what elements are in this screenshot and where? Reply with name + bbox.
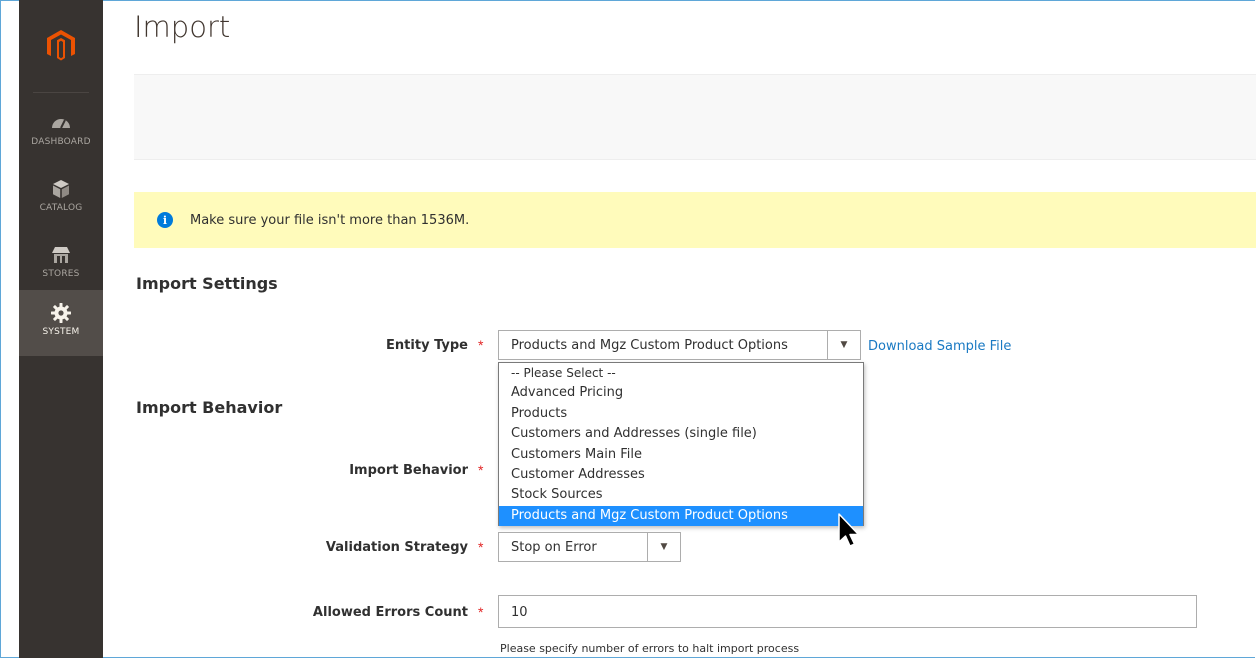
info-icon: i [157, 212, 173, 228]
file-size-notice: i Make sure your file isn't more than 15… [134, 192, 1256, 248]
sidebar-item-catalog[interactable]: CATALOG [19, 166, 103, 232]
dropdown-option[interactable]: Customers and Addresses (single file) [499, 424, 863, 444]
page-actions-bar [134, 74, 1256, 160]
required-indicator: * [478, 539, 484, 555]
magento-logo-icon [47, 30, 75, 61]
validation-strategy-select[interactable]: Stop on Error ▼ [498, 532, 681, 562]
import-behavior-title: Import Behavior [136, 398, 283, 417]
admin-sidebar: DASHBOARD CATALOG STORES SYSTEM [19, 0, 103, 658]
sidebar-item-stores[interactable]: STORES [19, 232, 103, 298]
allowed-errors-note: Please specify number of errors to halt … [500, 642, 800, 655]
dropdown-option[interactable]: Stock Sources [499, 485, 863, 505]
entity-type-dropdown-list: -- Please Select -- Advanced Pricing Pro… [498, 362, 864, 527]
validation-strategy-value: Stop on Error [511, 540, 597, 555]
entity-type-value: Products and Mgz Custom Product Options [511, 338, 788, 353]
sidebar-divider [33, 92, 89, 93]
sidebar-item-label: SYSTEM [42, 327, 80, 337]
sidebar-item-label: STORES [42, 269, 80, 279]
sidebar-item-label: CATALOG [39, 203, 83, 213]
catalog-icon [53, 180, 69, 198]
validation-strategy-label: Validation Strategy [325, 540, 468, 555]
allowed-errors-input[interactable]: 10 [498, 595, 1197, 628]
allowed-errors-label: Allowed Errors Count [312, 605, 468, 620]
required-indicator: * [478, 462, 484, 478]
system-gear-icon [51, 303, 71, 323]
chevron-down-icon[interactable]: ▼ [827, 331, 860, 359]
required-indicator: * [478, 604, 484, 620]
import-behavior-label: Import Behavior [349, 463, 468, 478]
stores-icon [52, 247, 70, 263]
dropdown-option-selected[interactable]: Products and Mgz Custom Product Options [499, 505, 863, 527]
required-indicator: * [478, 337, 484, 353]
sidebar-item-dashboard[interactable]: DASHBOARD [19, 100, 103, 166]
entity-type-label: Entity Type [386, 338, 468, 353]
notice-text: Make sure your file isn't more than 1536… [190, 212, 470, 228]
sidebar-item-label: DASHBOARD [31, 137, 91, 147]
import-settings-title: Import Settings [136, 274, 278, 293]
dropdown-option[interactable]: Products [499, 404, 863, 424]
download-sample-file-link[interactable]: Download Sample File [868, 339, 1011, 354]
dropdown-option[interactable]: -- Please Select -- [499, 363, 863, 383]
mouse-pointer-icon [838, 513, 860, 547]
page-title: Import [134, 10, 231, 44]
allowed-errors-value: 10 [511, 605, 528, 620]
dashboard-icon [52, 119, 70, 129]
dropdown-option[interactable]: Advanced Pricing [499, 383, 863, 403]
sidebar-item-system[interactable]: SYSTEM [19, 290, 103, 356]
dropdown-option[interactable]: Customers Main File [499, 445, 863, 465]
entity-type-select[interactable]: Products and Mgz Custom Product Options … [498, 330, 861, 360]
dropdown-option[interactable]: Customer Addresses [499, 465, 863, 485]
chevron-down-icon[interactable]: ▼ [647, 533, 680, 561]
magento-logo[interactable] [19, 0, 103, 92]
